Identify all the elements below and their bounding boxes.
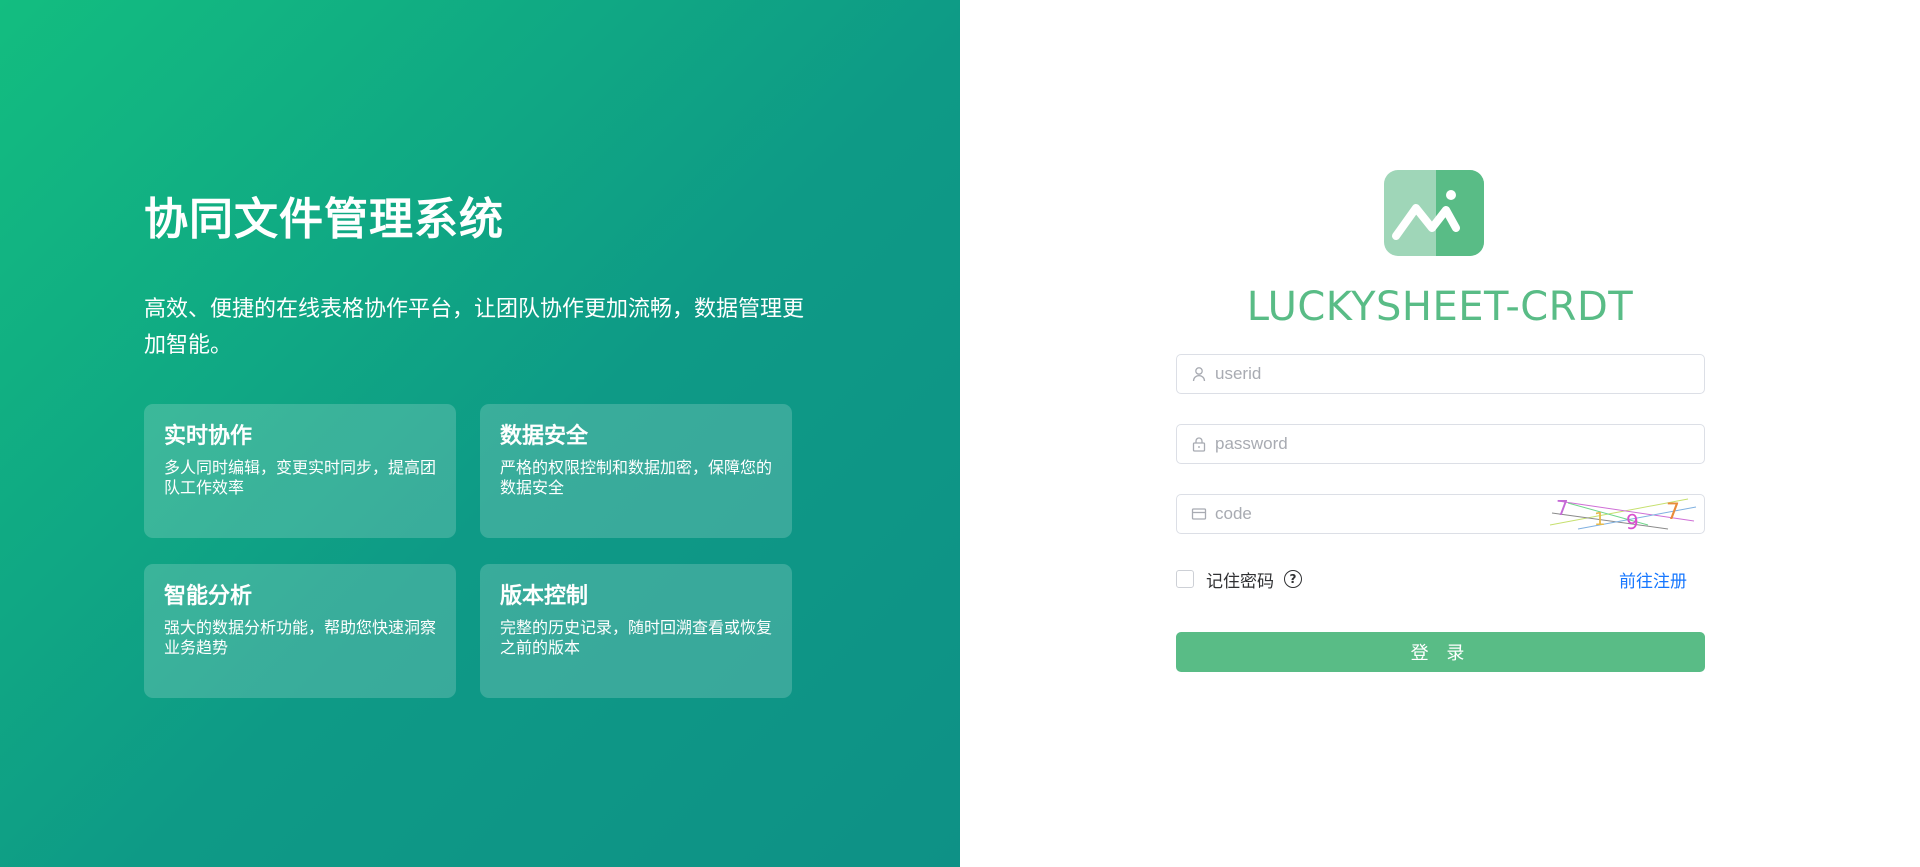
lock-icon <box>1191 436 1207 452</box>
feature-desc: 严格的权限控制和数据加密，保障您的数据安全 <box>500 458 773 497</box>
feature-grid: 实时协作 多人同时编辑，变更实时同步，提高团队工作效率 数据安全 严格的权限控制… <box>144 404 824 698</box>
hero-panel: 协同文件管理系统 高效、便捷的在线表格协作平台，让团队协作更加流畅，数据管理更加… <box>0 0 960 867</box>
card-icon <box>1191 506 1207 522</box>
login-panel: LUCKYSHEET-CRDT userid code 7 1 9 7 记住密码… <box>960 0 1920 867</box>
feature-title: 实时协作 <box>164 424 253 449</box>
captcha-char: 9 <box>1626 510 1639 533</box>
captcha-image[interactable]: 7 1 9 7 <box>1548 495 1698 533</box>
page: 协同文件管理系统 高效、便捷的在线表格协作平台，让团队协作更加流畅，数据管理更加… <box>0 0 1920 867</box>
feature-title: 智能分析 <box>164 584 253 609</box>
userid-field <box>1176 354 1705 394</box>
feature-card-analysis: 智能分析 强大的数据分析功能，帮助您快速洞察业务趋势 <box>144 564 456 698</box>
feature-card-realtime: 实时协作 多人同时编辑，变更实时同步，提高团队工作效率 <box>144 404 456 538</box>
feature-desc: 强大的数据分析功能，帮助您快速洞察业务趋势 <box>164 618 437 657</box>
feature-card-security: 数据安全 严格的权限控制和数据加密，保障您的数据安全 <box>480 404 792 538</box>
captcha-char: 1 <box>1594 509 1605 530</box>
mountain-logo-icon <box>1384 170 1484 256</box>
hero-content: 协同文件管理系统 高效、便捷的在线表格协作平台，让团队协作更加流畅，数据管理更加… <box>144 190 824 698</box>
options-row: 记住密码 ? 前往注册 <box>1176 564 1705 594</box>
user-icon <box>1191 366 1207 382</box>
feature-desc: 多人同时编辑，变更实时同步，提高团队工作效率 <box>164 458 437 497</box>
feature-title: 版本控制 <box>500 584 589 609</box>
code-field: 7 1 9 7 <box>1176 494 1705 534</box>
captcha-char: 7 <box>1666 500 1680 525</box>
feature-desc: 完整的历史记录，随时回溯查看或恢复之前的版本 <box>500 618 773 657</box>
password-input[interactable] <box>1213 425 1704 463</box>
remember-label[interactable]: 记住密码 <box>1206 567 1274 592</box>
password-field <box>1176 424 1705 464</box>
login-form: 7 1 9 7 记住密码 ? 前往注册 登 录 <box>1176 354 1705 672</box>
captcha-char: 7 <box>1556 496 1569 520</box>
hero-subtitle: 高效、便捷的在线表格协作平台，让团队协作更加流畅，数据管理更加智能。 <box>144 297 805 358</box>
remember-checkbox[interactable] <box>1176 570 1194 588</box>
hero-title: 协同文件管理系统 <box>144 194 504 245</box>
help-icon[interactable]: ? <box>1284 570 1302 588</box>
app-name: LUCKYSHEET-CRDT <box>1246 284 1634 330</box>
mountain-glyph <box>1392 190 1460 240</box>
feature-card-versioning: 版本控制 完整的历史记录，随时回溯查看或恢复之前的版本 <box>480 564 792 698</box>
register-link[interactable]: 前往注册 <box>1619 567 1687 592</box>
feature-title: 数据安全 <box>500 424 589 449</box>
userid-input[interactable] <box>1213 355 1704 393</box>
login-button[interactable]: 登 录 <box>1176 632 1705 672</box>
